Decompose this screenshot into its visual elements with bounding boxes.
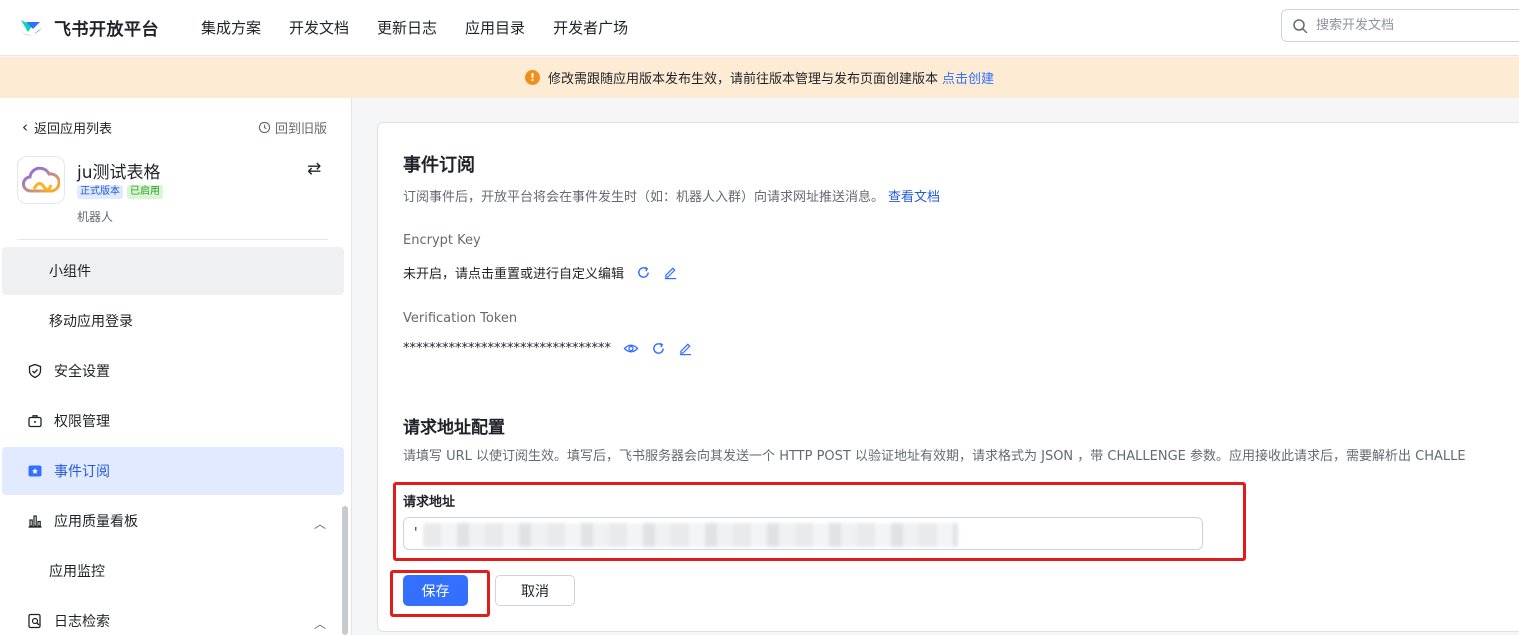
sidebar-item-label: 事件订阅 [54,464,110,480]
chevron-up-icon: ︿ [313,517,326,531]
search-input[interactable] [1316,18,1516,33]
verification-token-row: ******************************** [403,341,693,356]
brand-name: 飞书开放平台 [54,20,159,40]
back-label: 返回应用列表 [34,121,113,137]
sidebar-item-permissions[interactable]: 权限管理 [2,397,344,445]
shield-icon [26,362,44,380]
old-version-link[interactable]: 回到旧版 [258,118,327,137]
encrypt-key-label: Encrypt Key [403,233,481,248]
briefcase-icon [26,412,44,430]
app-card: ju测试表格 正式版本 已启用 机器人 ⇄ [17,156,329,226]
version-warning-banner: ! 修改需跟随应用版本发布生效，请前往版本管理与发布页面创建版本 点击创建 [0,57,1519,98]
search-box[interactable] [1281,9,1519,42]
sidebar-item-widget[interactable]: 小组件 [2,247,344,295]
chevron-left-icon: ‹ [22,117,28,136]
cloud-icon [22,166,60,193]
bar-chart-icon [26,512,44,530]
cancel-button[interactable]: 取消 [495,575,575,606]
main-nav: 集成方案 开发文档 更新日志 应用目录 开发者广场 [201,17,656,38]
nav-link-app-directory[interactable]: 应用目录 [465,17,525,38]
search-icon [1293,18,1308,33]
sidebar-item-label: 移动应用登录 [49,314,133,330]
sidebar-item-app-monitoring[interactable]: 应用监控 [2,547,344,595]
page-title: 事件订阅 [403,155,475,176]
log-search-icon [26,612,44,630]
url-section-title: 请求地址配置 [403,418,505,438]
page-description: 订阅事件后，开放平台将会在事件发生时（如：机器人入群）向请求网址推送消息。 查看文… [403,186,940,205]
nav-link-developer-square[interactable]: 开发者广场 [553,17,628,38]
brand[interactable]: 飞书开放平台 [18,14,159,42]
description-text: 订阅事件后，开放平台将会在事件发生时（如：机器人入群）向请求网址推送消息。 [403,190,885,205]
encrypt-key-value: 未开启，请点击重置或进行自定义编辑 [403,267,625,282]
back-to-app-list-link[interactable]: ‹ 返回应用列表 [22,118,112,137]
divider [17,239,328,240]
save-button[interactable]: 保存 [403,575,468,606]
sidebar-item-label: 应用监控 [49,564,105,580]
sidebar-header: ‹ 返回应用列表 回到旧版 [22,118,327,137]
chevron-up-icon: ︿ [313,617,326,631]
feishu-logo-icon [21,19,42,35]
nav-link-docs[interactable]: 开发文档 [289,17,349,38]
old-version-label: 回到旧版 [274,121,327,137]
version-badge: 正式版本 [77,185,123,199]
url-section-description: 请填写 URL 以使订阅生效。填写后，飞书服务器会向其发送一个 HTTP POS… [403,449,1466,464]
app-avatar [17,156,65,204]
encrypt-key-row: 未开启，请点击重置或进行自定义编辑 [403,263,678,282]
sidebar-item-label: 权限管理 [54,414,110,430]
status-badge: 已启用 [127,185,163,199]
view-docs-link[interactable]: 查看文档 [888,190,940,205]
refresh-icon[interactable] [651,341,666,356]
edit-icon[interactable] [663,265,678,280]
sidebar: ‹ 返回应用列表 回到旧版 ju测试表格 正式版本 已启用 机器人 ⇄ 小组件 … [0,98,352,635]
banner-text: 修改需跟随应用版本发布生效，请前往版本管理与发布页面创建版本 [547,72,938,87]
nav-link-solutions[interactable]: 集成方案 [201,17,261,38]
sidebar-item-label: 日志检索 [54,614,110,630]
sidebar-item-event-subscription[interactable]: 事件订阅 [2,447,344,495]
sidebar-item-security[interactable]: 安全设置 [2,347,344,395]
request-url-label: 请求地址 [403,495,456,510]
refresh-icon[interactable] [636,265,651,280]
sidebar-item-quality-dashboard[interactable]: 应用质量看板 ︿ [2,497,344,545]
create-version-link[interactable]: 点击创建 [942,68,994,87]
verification-token-label: Verification Token [403,311,518,326]
sidebar-item-label: 应用质量看板 [54,514,138,530]
sidebar-item-log-search[interactable]: 日志检索 ︿ [2,597,344,635]
sidebar-item-label: 小组件 [49,264,91,280]
sidebar-item-mobile-login[interactable]: 移动应用登录 [2,297,344,345]
eye-icon[interactable] [623,341,639,356]
app-type: 机器人 [77,210,114,224]
edit-icon[interactable] [678,341,693,356]
event-icon [26,462,44,480]
app-name: ju测试表格 [77,163,161,183]
verification-token-value: ******************************** [403,341,611,356]
redacted-url-overlay [423,523,958,547]
app-badges: 正式版本 已启用 [77,185,167,199]
nav-link-changelog[interactable]: 更新日志 [377,17,437,38]
top-navbar: 飞书开放平台 集成方案 开发文档 更新日志 应用目录 开发者广场 [0,0,1519,56]
history-icon [258,121,271,133]
warning-icon: ! [524,70,540,85]
switch-app-icon[interactable]: ⇄ [307,159,321,179]
sidebar-item-label: 安全设置 [54,364,110,380]
event-subscription-panel: 事件订阅 订阅事件后，开放平台将会在事件发生时（如：机器人入群）向请求网址推送消… [377,122,1519,632]
sidebar-scrollbar[interactable] [342,506,348,635]
